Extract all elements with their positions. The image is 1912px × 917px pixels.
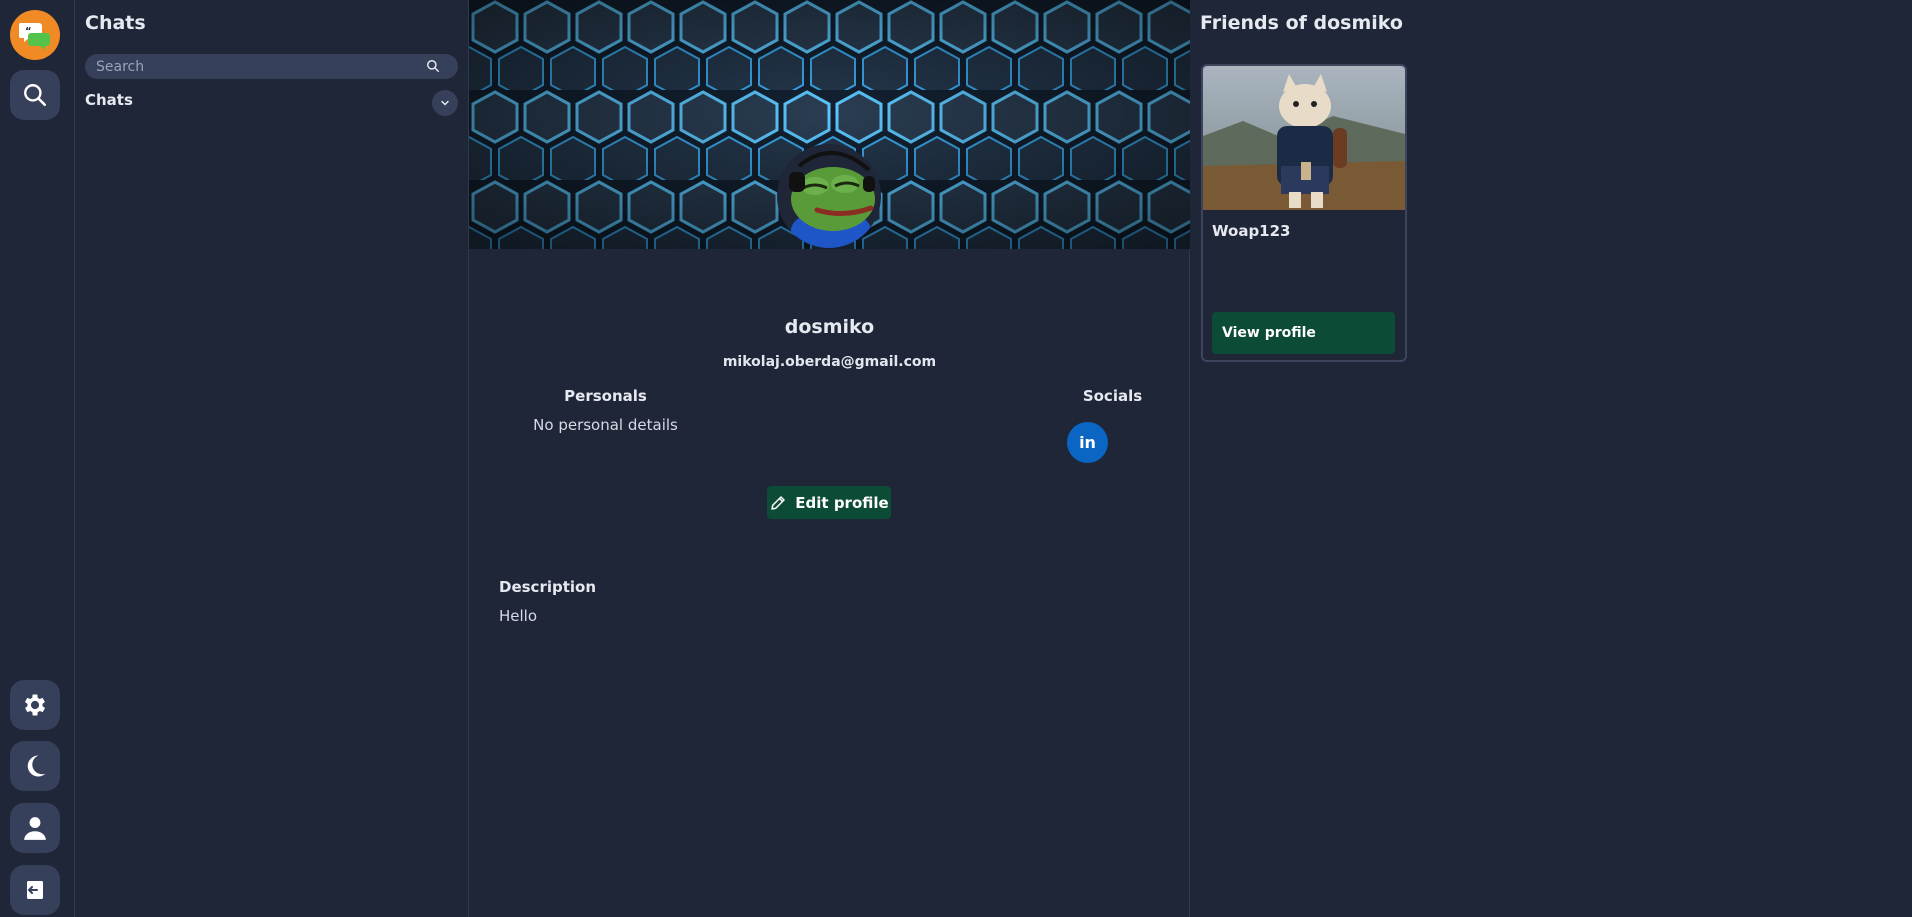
svg-text:“: “ — [25, 26, 32, 37]
search-bar — [85, 54, 458, 79]
chevron-down-icon — [441, 100, 449, 106]
settings-button[interactable] — [10, 680, 60, 730]
avatar — [777, 144, 881, 248]
linkedin-icon[interactable]: in — [1067, 422, 1108, 463]
user-icon — [24, 817, 46, 840]
description-value: Hello — [499, 607, 538, 625]
chats-sidebar: Chats Chats — [75, 0, 469, 917]
search-icon — [24, 84, 47, 107]
chat-logo-icon[interactable]: “ — [10, 10, 60, 60]
pencil-icon — [771, 495, 786, 510]
profile-username: dosmiko — [784, 316, 875, 338]
logout-icon — [27, 881, 43, 899]
logout-button[interactable] — [10, 865, 60, 915]
view-profile-button[interactable]: View profile — [1212, 312, 1395, 354]
chats-section-label: Chats — [85, 91, 133, 109]
profile-main: dosmiko mikolaj.oberda@gmail.com Persona… — [469, 0, 1190, 917]
theme-toggle-button[interactable] — [10, 741, 60, 791]
socials-heading: Socials — [1082, 387, 1143, 405]
search-input[interactable] — [96, 54, 416, 79]
personals-heading: Personals — [564, 387, 647, 405]
edit-profile-label: Edit profile — [795, 493, 889, 512]
description-heading: Description — [499, 578, 597, 596]
gear-icon — [24, 694, 46, 716]
moon-icon — [27, 755, 46, 777]
profile-email: mikolaj.oberda@gmail.com — [722, 354, 937, 370]
friend-name: Woap123 — [1212, 222, 1291, 240]
search-icon[interactable] — [426, 59, 440, 73]
friend-card: Woap123 View profile — [1201, 64, 1407, 362]
friends-panel: Friends of dosmiko Woap123 View profile — [1190, 0, 1912, 917]
profile-button[interactable] — [10, 803, 60, 853]
icon-rail: “ — [0, 0, 75, 917]
search-button[interactable] — [10, 70, 60, 120]
chats-collapse-toggle[interactable] — [432, 90, 458, 116]
friend-avatar-image — [1203, 66, 1405, 210]
edit-profile-button[interactable]: Edit profile — [767, 486, 891, 519]
friends-title: Friends of dosmiko — [1200, 12, 1403, 34]
personals-value: No personal details — [533, 416, 678, 434]
sidebar-title: Chats — [85, 12, 146, 34]
